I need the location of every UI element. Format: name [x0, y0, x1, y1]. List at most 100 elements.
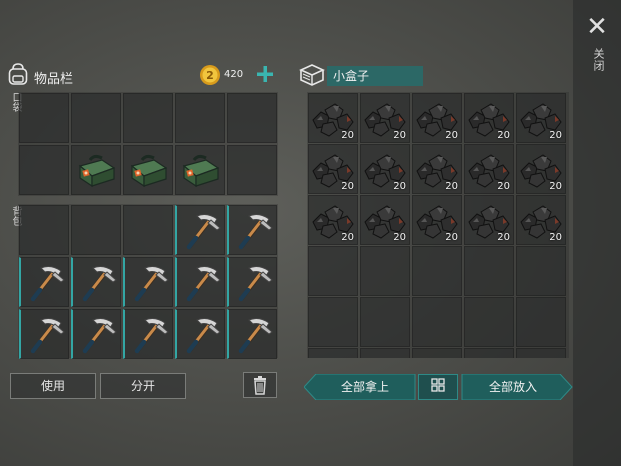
trash-icon	[254, 376, 266, 395]
container-slot[interactable]	[308, 297, 358, 347]
container-slot[interactable]	[360, 246, 410, 296]
backpack-slot[interactable]	[227, 205, 277, 255]
item-quantity: 20	[497, 130, 510, 141]
container-slot[interactable]: 20	[412, 195, 462, 245]
container-slot[interactable]	[308, 246, 358, 296]
box-icon	[299, 64, 325, 86]
container-slot[interactable]: 20	[516, 144, 566, 194]
sort-icon	[431, 378, 445, 392]
container-slot[interactable]	[360, 348, 410, 358]
container-slot[interactable]: 20	[412, 144, 462, 194]
toolbox-icon	[182, 154, 220, 188]
backpack-slot[interactable]	[227, 309, 277, 359]
container-slot[interactable]: 20	[360, 195, 410, 245]
container-slot[interactable]: 20	[412, 93, 462, 143]
pickaxe-icon	[238, 266, 273, 302]
backpack-slot[interactable]	[175, 205, 225, 255]
container-slot[interactable]	[412, 246, 462, 296]
pocket-slot[interactable]	[227, 93, 277, 143]
pickaxe-icon	[186, 214, 221, 250]
item-quantity: 20	[497, 232, 510, 243]
container-slot[interactable]	[360, 297, 410, 347]
coin-count: 420	[224, 69, 244, 80]
item-quantity: 20	[549, 232, 562, 243]
pickaxe-icon	[134, 266, 169, 302]
container-grid: 20 20 20 20 20 20 20 20 20 20 20 20 20 2…	[307, 92, 569, 358]
trash-button[interactable]	[243, 372, 277, 398]
container-slot[interactable]: 20	[516, 195, 566, 245]
pocket-slot[interactable]	[175, 145, 225, 195]
container-name-field[interactable]: 小盒子	[327, 66, 423, 86]
close-icon[interactable]: ✕	[584, 14, 610, 40]
container-slot[interactable]	[464, 348, 514, 358]
toolbox-icon	[78, 154, 116, 188]
pickaxe-icon	[82, 318, 117, 354]
sort-button[interactable]	[418, 374, 458, 400]
backpack-slot[interactable]	[227, 257, 277, 307]
item-quantity: 20	[393, 181, 406, 192]
pickaxe-icon	[186, 266, 221, 302]
pocket-slot[interactable]	[123, 93, 173, 143]
backpack-slot[interactable]	[175, 309, 225, 359]
inventory-title: 物品栏	[34, 72, 74, 87]
close-label: 关闭	[592, 48, 605, 72]
item-quantity: 20	[497, 181, 510, 192]
backpack-slot[interactable]	[19, 309, 69, 359]
take-all-button[interactable]: 全部拿上	[316, 374, 414, 400]
item-quantity: 20	[445, 181, 458, 192]
container-slot[interactable]: 20	[464, 195, 514, 245]
split-button[interactable]: 分开	[100, 373, 186, 399]
pocket-slot[interactable]	[19, 93, 69, 143]
pocket-slot[interactable]	[19, 145, 69, 195]
pickaxe-icon	[30, 266, 65, 302]
backpack-slot[interactable]	[71, 257, 121, 307]
pocket-slot[interactable]	[71, 145, 121, 195]
pocket-slot[interactable]	[123, 145, 173, 195]
container-slot[interactable]	[516, 297, 566, 347]
toolbox-icon	[130, 154, 168, 188]
pickaxe-icon	[186, 318, 221, 354]
item-quantity: 20	[341, 232, 354, 243]
pickaxe-icon	[134, 318, 169, 354]
backpack-slot[interactable]	[71, 309, 121, 359]
item-quantity: 20	[393, 130, 406, 141]
container-slot[interactable]: 20	[464, 93, 514, 143]
container-slot[interactable]: 20	[308, 93, 358, 143]
use-button[interactable]: 使用	[10, 373, 96, 399]
container-slot[interactable]: 20	[360, 144, 410, 194]
pocket-slot[interactable]	[227, 145, 277, 195]
container-slot[interactable]	[308, 348, 358, 358]
item-quantity: 20	[393, 232, 406, 243]
item-quantity: 20	[445, 232, 458, 243]
item-quantity: 20	[445, 130, 458, 141]
container-slot[interactable]: 20	[516, 93, 566, 143]
put-all-button[interactable]: 全部放入	[463, 374, 563, 400]
container-slot[interactable]	[516, 348, 566, 358]
container-slot[interactable]	[464, 246, 514, 296]
item-quantity: 20	[341, 130, 354, 141]
pickaxe-icon	[238, 318, 273, 354]
item-quantity: 20	[549, 181, 562, 192]
backpack-slot[interactable]	[19, 257, 69, 307]
backpack-slot[interactable]	[123, 257, 173, 307]
pocket-slot[interactable]	[71, 93, 121, 143]
plus-icon[interactable]	[255, 64, 275, 84]
container-slot[interactable]	[516, 246, 566, 296]
backpack-slot[interactable]	[71, 205, 121, 255]
backpack-slot[interactable]	[123, 309, 173, 359]
container-slot[interactable]	[412, 297, 462, 347]
container-slot[interactable]	[412, 348, 462, 358]
container-slot[interactable]	[464, 297, 514, 347]
container-slot[interactable]: 20	[360, 93, 410, 143]
pickaxe-icon	[238, 214, 273, 250]
pickaxe-icon	[30, 318, 65, 354]
backpack-slot[interactable]	[123, 205, 173, 255]
container-slot[interactable]: 20	[464, 144, 514, 194]
pickaxe-icon	[82, 266, 117, 302]
backpack-slot[interactable]	[175, 257, 225, 307]
item-quantity: 20	[341, 181, 354, 192]
container-slot[interactable]: 20	[308, 195, 358, 245]
backpack-slot[interactable]	[19, 205, 69, 255]
pocket-slot[interactable]	[175, 93, 225, 143]
container-slot[interactable]: 20	[308, 144, 358, 194]
